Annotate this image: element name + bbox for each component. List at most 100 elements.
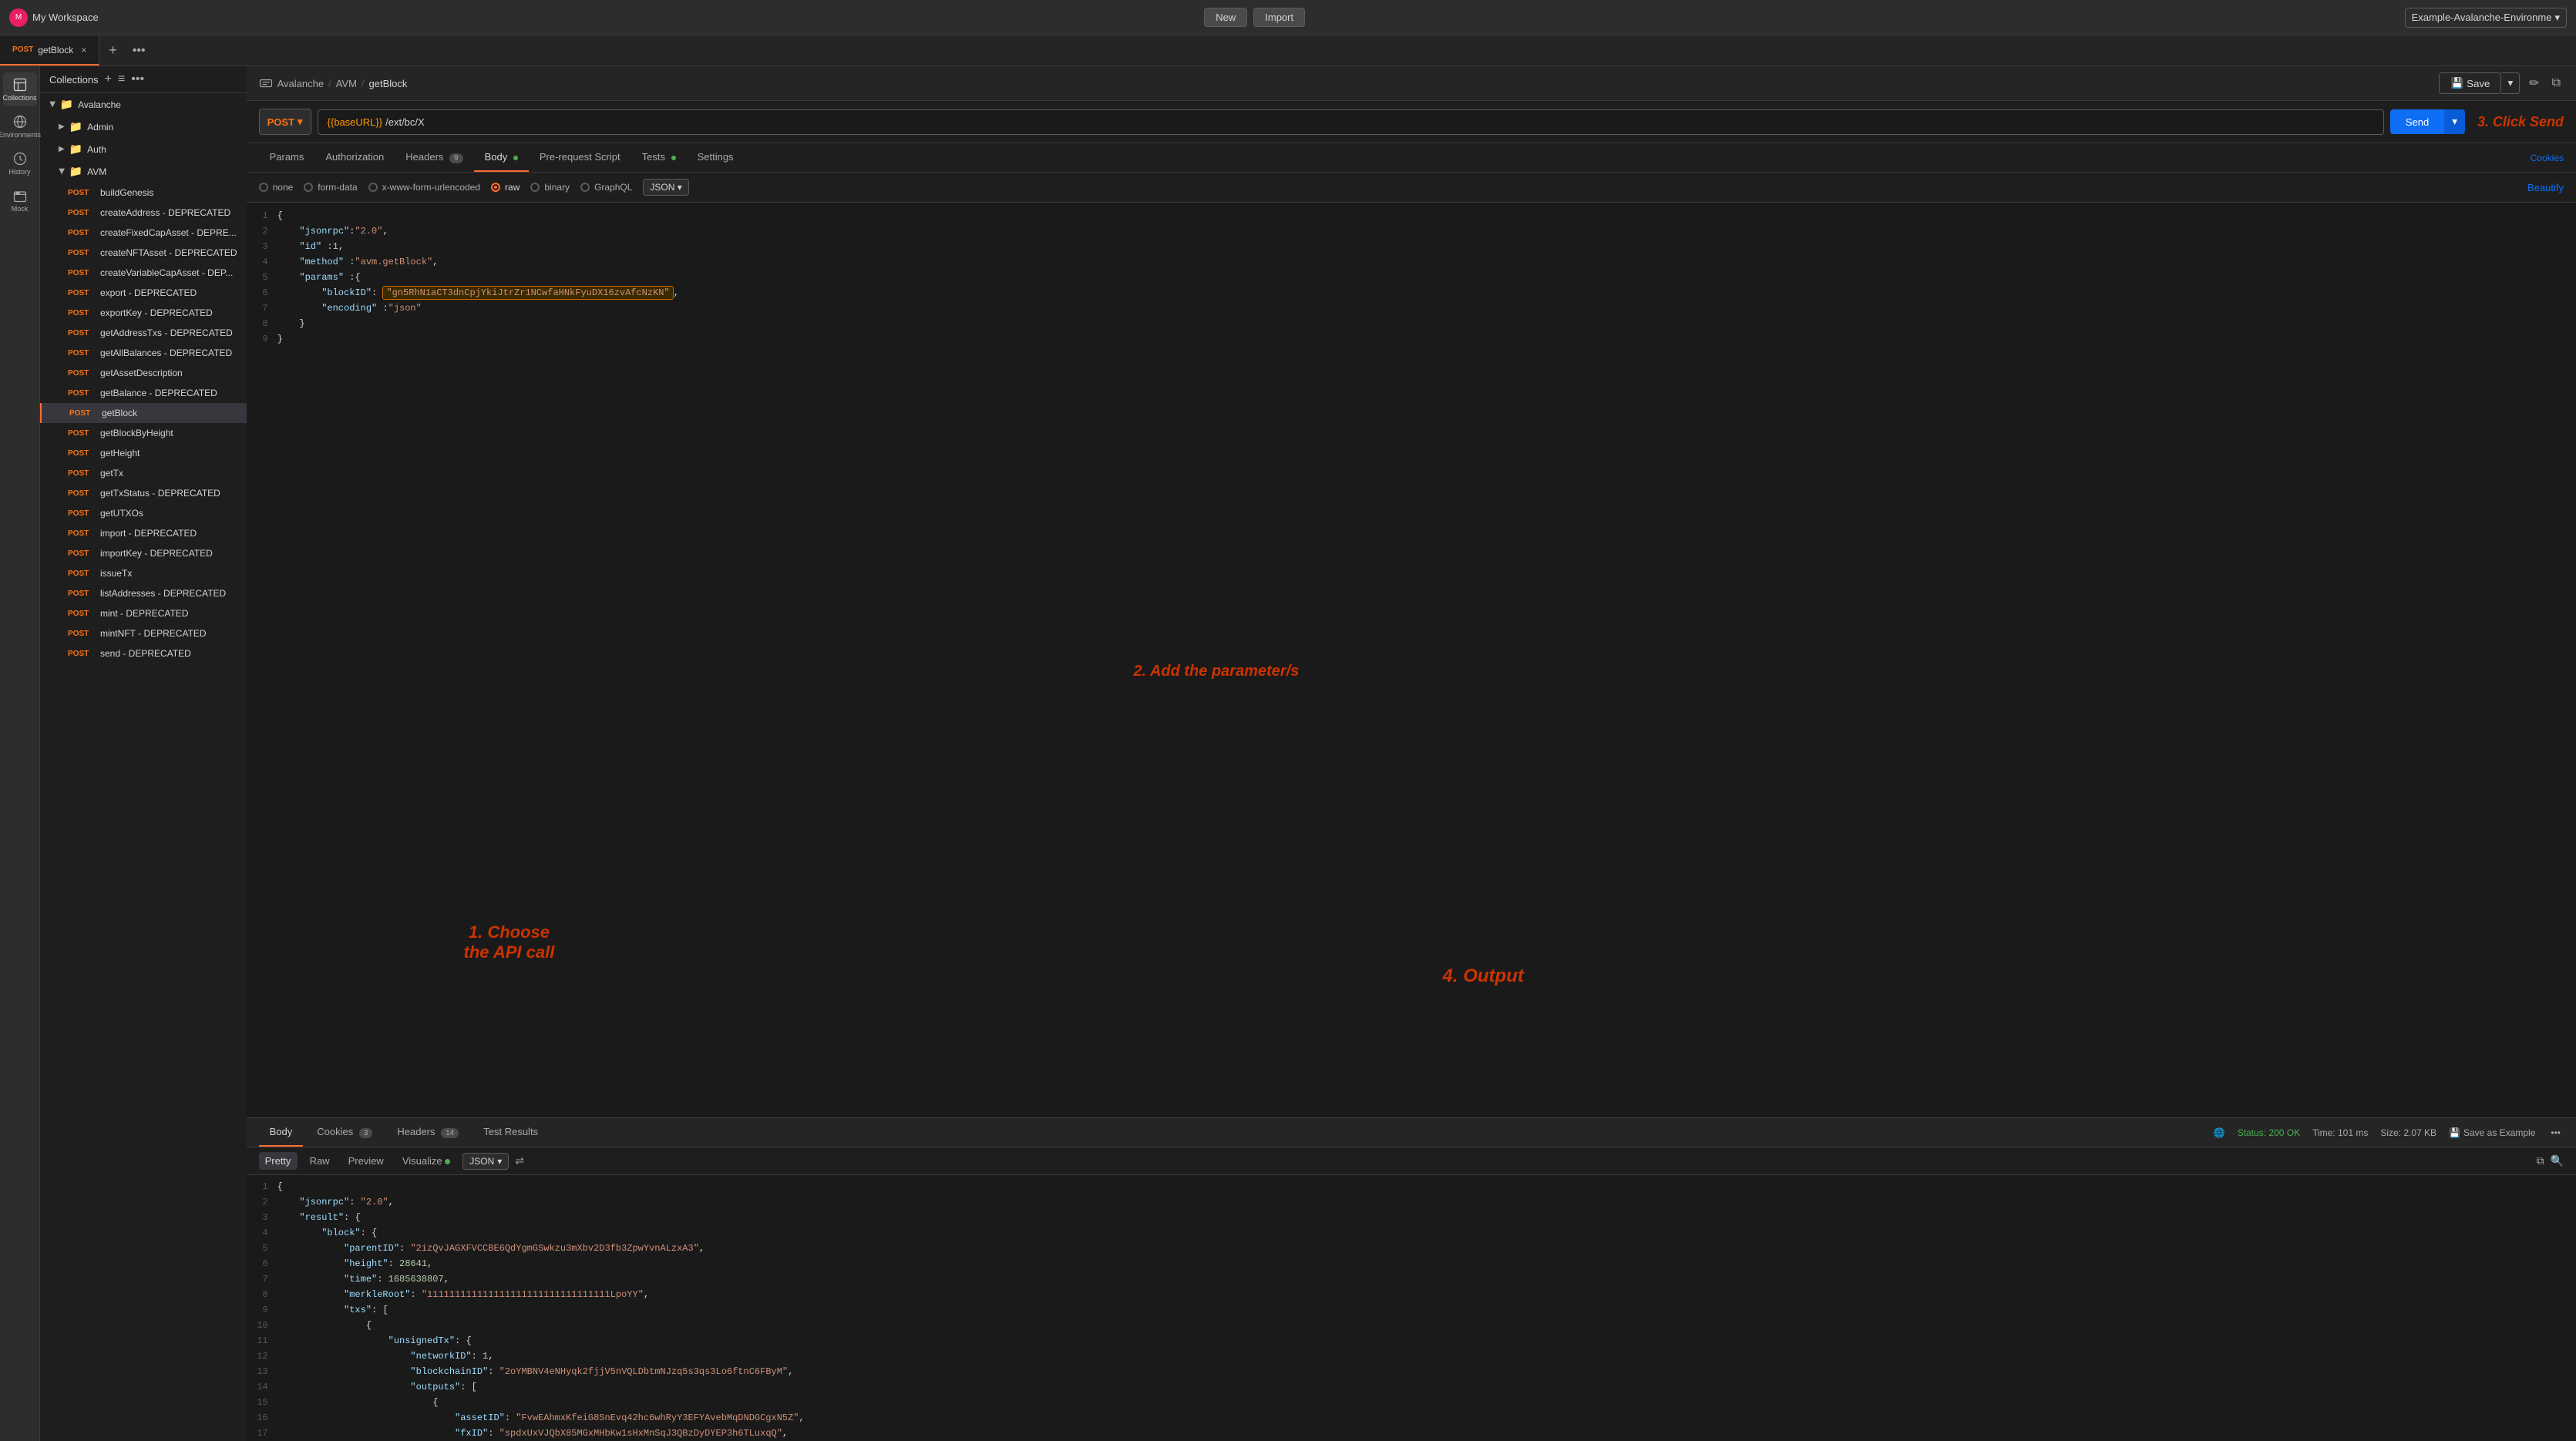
body-opt-none[interactable]: none bbox=[259, 182, 294, 193]
radio-binary bbox=[530, 183, 540, 192]
list-item-getblock[interactable]: POST getBlock bbox=[40, 403, 247, 423]
collection-avalanche[interactable]: ▶ 📁 Avalanche bbox=[40, 93, 247, 116]
body-opt-graphql[interactable]: GraphQL bbox=[580, 182, 632, 193]
res-tab-test-results[interactable]: Test Results bbox=[472, 1118, 549, 1147]
method-tag: POST bbox=[68, 610, 96, 618]
res-filter-button[interactable]: ⇌ bbox=[515, 1154, 524, 1167]
request-body-editor[interactable]: 1 { 2 "jsonrpc":"2.0", 3 "id" :1, 4 "met… bbox=[247, 203, 2576, 1117]
list-item[interactable]: POST getHeight bbox=[40, 443, 247, 463]
request-tab-getblock[interactable]: POST getBlock × bbox=[0, 35, 99, 66]
body-opt-binary[interactable]: binary bbox=[530, 182, 570, 193]
endpoint-name: getTx bbox=[100, 468, 123, 479]
list-item[interactable]: POST export - DEPRECATED bbox=[40, 283, 247, 303]
sidebar-item-mock[interactable]: Mock bbox=[3, 183, 37, 217]
method-selector[interactable]: POST ▾ bbox=[259, 109, 311, 135]
res-tab-body[interactable]: Body bbox=[259, 1118, 304, 1147]
res-json-selector[interactable]: JSON ▾ bbox=[462, 1153, 509, 1170]
tab-pre-request[interactable]: Pre-request Script bbox=[529, 143, 631, 172]
list-item[interactable]: POST getAddressTxs - DEPRECATED bbox=[40, 323, 247, 343]
collection-name: Avalanche bbox=[78, 99, 121, 110]
folder-icon: 📁 bbox=[69, 120, 82, 133]
beautify-button[interactable]: Beautify bbox=[2527, 182, 2564, 193]
edit-button[interactable]: ✏ bbox=[2526, 72, 2542, 94]
send-dropdown-button[interactable]: ▾ bbox=[2444, 109, 2465, 134]
method-tag: POST bbox=[68, 189, 96, 197]
body-opt-form-data[interactable]: form-data bbox=[304, 182, 357, 193]
sidebar-group-admin[interactable]: ▶ 📁 Admin bbox=[40, 116, 247, 138]
list-item[interactable]: POST createVariableCapAsset - DEP... bbox=[40, 263, 247, 283]
url-bar: POST ▾ {{baseURL}} /ext/bc/X Send ▾ 3. C… bbox=[247, 101, 2576, 143]
visualize-button[interactable]: Visualize bbox=[396, 1152, 456, 1170]
request-tabs: Params Authorization Headers 9 Body Pre-… bbox=[247, 143, 2576, 173]
sidebar-group-avm[interactable]: ▶ 📁 AVM bbox=[40, 160, 247, 183]
res-tab-headers[interactable]: Headers 14 bbox=[386, 1118, 469, 1147]
list-item[interactable]: POST getBalance - DEPRECATED bbox=[40, 383, 247, 403]
sidebar-more-button[interactable]: ••• bbox=[131, 72, 144, 86]
sidebar-group-auth[interactable]: ▶ 📁 Auth bbox=[40, 138, 247, 160]
sidebar-item-history[interactable]: History bbox=[3, 146, 37, 180]
res-tab-cookies[interactable]: Cookies 3 bbox=[306, 1118, 383, 1147]
close-icon[interactable]: × bbox=[81, 45, 86, 55]
method-tag: POST bbox=[68, 549, 96, 558]
res-line-4: 4 "block": { bbox=[247, 1228, 2576, 1243]
res-line-5: 5 "parentID": "2izQvJAGXFVCCBE6QdYgmGSwk… bbox=[247, 1243, 2576, 1258]
add-collection-button[interactable]: + bbox=[105, 72, 112, 86]
res-search-button[interactable]: 🔍 bbox=[2551, 1154, 2564, 1167]
tab-tests[interactable]: Tests bbox=[631, 143, 687, 172]
save-example-button[interactable]: 💾 Save as Example bbox=[2449, 1127, 2535, 1138]
response-more-button[interactable]: ••• bbox=[2547, 1127, 2564, 1138]
save-dropdown-button[interactable]: ▾ bbox=[2501, 72, 2520, 94]
env-selector[interactable]: Example-Avalanche-Environme ▾ bbox=[2405, 8, 2567, 28]
send-button[interactable]: Send bbox=[2390, 109, 2444, 134]
list-item[interactable]: POST getUTXOs bbox=[40, 503, 247, 523]
tab-authorization[interactable]: Authorization bbox=[314, 143, 395, 172]
list-item[interactable]: POST getTxStatus - DEPRECATED bbox=[40, 483, 247, 503]
response-code-body: 1{ 2 "jsonrpc": "2.0", 3 "result": { 4 "… bbox=[247, 1175, 2576, 1441]
list-item[interactable]: POST getTx bbox=[40, 463, 247, 483]
list-item[interactable]: POST getBlockByHeight bbox=[40, 423, 247, 443]
pretty-view-button[interactable]: Pretty bbox=[259, 1152, 298, 1170]
url-path: /ext/bc/X bbox=[385, 116, 425, 128]
list-item[interactable]: POST getAssetDescription bbox=[40, 363, 247, 383]
res-copy-button[interactable]: ⧉ bbox=[2537, 1154, 2544, 1167]
preview-view-button[interactable]: Preview bbox=[342, 1152, 390, 1170]
tab-settings[interactable]: Settings bbox=[687, 143, 745, 172]
list-item[interactable]: POST createNFTAsset - DEPRECATED bbox=[40, 243, 247, 263]
cookies-link[interactable]: Cookies bbox=[2531, 153, 2564, 163]
blockid-highlight: "gn5RhN1aCT3dnCpjYkiJtrZr1NCwfaHNkFyuDX1… bbox=[382, 286, 673, 300]
list-item[interactable]: POST import - DEPRECATED bbox=[40, 523, 247, 543]
list-item[interactable]: POST issueTx bbox=[40, 563, 247, 583]
list-item[interactable]: POST createFixedCapAsset - DEPRE... bbox=[40, 223, 247, 243]
sidebar-item-environments[interactable]: Environments bbox=[3, 109, 37, 143]
request-header: Avalanche / AVM / getBlock 💾 Save ▾ ✏ bbox=[247, 66, 2576, 101]
body-opt-urlencoded[interactable]: x-www-form-urlencoded bbox=[368, 182, 480, 193]
url-input[interactable]: {{baseURL}} /ext/bc/X bbox=[318, 109, 2384, 135]
sidebar-menu-button[interactable]: ≡ bbox=[118, 72, 125, 86]
list-item[interactable]: POST mint - DEPRECATED bbox=[40, 603, 247, 623]
raw-view-button[interactable]: Raw bbox=[304, 1152, 336, 1170]
method-tag: POST bbox=[68, 529, 96, 538]
list-item[interactable]: POST createAddress - DEPRECATED bbox=[40, 203, 247, 223]
body-opt-raw[interactable]: raw bbox=[491, 182, 520, 193]
json-format-selector[interactable]: JSON ▾ bbox=[643, 179, 688, 196]
tab-headers[interactable]: Headers 9 bbox=[395, 143, 473, 172]
copy-button[interactable]: ⧉ bbox=[2549, 73, 2564, 93]
list-item[interactable]: POST exportKey - DEPRECATED bbox=[40, 303, 247, 323]
json-format-label: JSON bbox=[650, 182, 674, 193]
more-tabs-button[interactable]: ••• bbox=[126, 44, 152, 58]
new-tab-button[interactable]: + bbox=[99, 42, 126, 59]
tab-body[interactable]: Body bbox=[474, 143, 529, 172]
list-item[interactable]: POST getAllBalances - DEPRECATED bbox=[40, 343, 247, 363]
env-name: Example-Avalanche-Environme bbox=[2412, 12, 2552, 23]
save-button[interactable]: 💾 Save bbox=[2439, 72, 2501, 94]
list-item[interactable]: POST importKey - DEPRECATED bbox=[40, 543, 247, 563]
new-button[interactable]: New bbox=[1204, 8, 1247, 27]
tab-params[interactable]: Params bbox=[259, 143, 315, 172]
list-item[interactable]: POST mintNFT - DEPRECATED bbox=[40, 623, 247, 643]
import-button[interactable]: Import bbox=[1253, 8, 1305, 27]
response-area: Body Cookies 3 Headers 14 Test Results 🌐… bbox=[247, 1117, 2576, 1441]
sidebar-item-collections[interactable]: Collections bbox=[3, 72, 37, 106]
list-item[interactable]: POST send - DEPRECATED bbox=[40, 643, 247, 663]
list-item[interactable]: POST buildGenesis bbox=[40, 183, 247, 203]
list-item[interactable]: POST listAddresses - DEPRECATED bbox=[40, 583, 247, 603]
